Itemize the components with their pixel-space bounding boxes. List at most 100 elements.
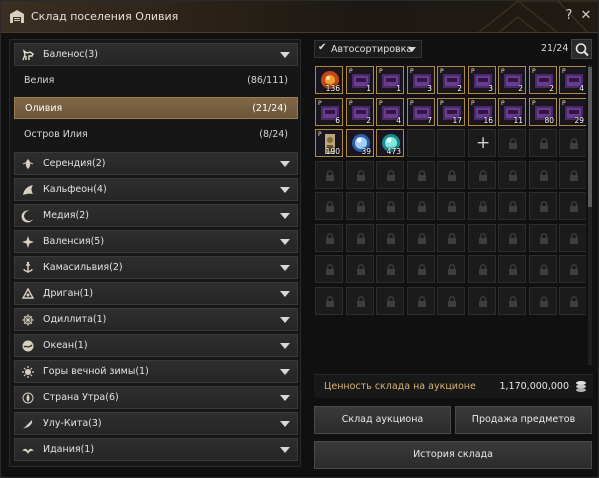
storage-slot-locked bbox=[376, 287, 404, 315]
storage-slot-locked bbox=[437, 287, 465, 315]
search-button[interactable] bbox=[571, 39, 592, 59]
region-row[interactable]: Страна Утра(6) bbox=[14, 386, 298, 409]
storage-slot-locked bbox=[315, 255, 343, 283]
item-count: 39 bbox=[361, 147, 371, 156]
help-icon[interactable]: ? bbox=[561, 8, 577, 24]
region-label: Медия(2) bbox=[43, 210, 89, 221]
region-row[interactable]: Дриган(1) bbox=[14, 282, 298, 305]
storage-slot-item[interactable]: P 2 bbox=[529, 66, 557, 94]
wave-icon bbox=[22, 340, 34, 352]
item-grade: P bbox=[562, 68, 566, 75]
storage-slot-empty[interactable] bbox=[407, 129, 435, 157]
city-row[interactable]: Велия (86/111) bbox=[14, 70, 298, 92]
item-count: 6 bbox=[335, 116, 340, 125]
storage-slot-item[interactable]: P 1 bbox=[376, 66, 404, 94]
region-label: Валенсия(5) bbox=[43, 236, 105, 247]
city-row[interactable]: Остров Илия (8/24) bbox=[14, 124, 298, 146]
storage-slot-locked bbox=[407, 192, 435, 220]
storage-slot-empty[interactable] bbox=[437, 129, 465, 157]
storage-slot-item[interactable]: P 80 bbox=[529, 98, 557, 126]
item-count: 190 bbox=[325, 147, 340, 156]
lock-icon bbox=[479, 201, 487, 212]
storage-slot-item[interactable]: P 2 bbox=[498, 66, 526, 94]
region-row[interactable]: Океан(1) bbox=[14, 334, 298, 357]
city-slot-count: (86/111) bbox=[247, 75, 288, 86]
chevron-down-icon[interactable] bbox=[280, 265, 290, 271]
auction-storage-button[interactable]: Склад аукциона bbox=[314, 406, 451, 434]
region-row[interactable]: Валенсия(5) bbox=[14, 230, 298, 253]
expand-slot-button[interactable]: + bbox=[468, 129, 496, 157]
item-grade: P bbox=[349, 100, 353, 107]
storage-slot-locked bbox=[498, 255, 526, 283]
storage-slot-item[interactable]: P 7 bbox=[407, 98, 435, 126]
lock-icon bbox=[509, 138, 517, 149]
storage-slot-item[interactable]: 473 bbox=[376, 129, 404, 157]
chevron-down-icon[interactable] bbox=[280, 421, 290, 427]
close-icon[interactable]: ✕ bbox=[578, 8, 594, 24]
storage-slot-item[interactable]: P 1 bbox=[346, 66, 374, 94]
autosort-dropdown[interactable]: ✔ Автосортировка bbox=[314, 40, 422, 58]
region-label: Океан(1) bbox=[43, 340, 88, 351]
lock-icon bbox=[570, 201, 578, 212]
storage-slot-locked bbox=[559, 129, 586, 157]
region-row[interactable]: Идания(1) bbox=[14, 438, 298, 461]
chevron-down-icon[interactable] bbox=[280, 239, 290, 245]
storage-slot-item[interactable]: P 11 bbox=[498, 98, 526, 126]
item-grade: P bbox=[471, 100, 475, 107]
chevron-down-icon[interactable] bbox=[280, 291, 290, 297]
storage-slot-locked bbox=[498, 161, 526, 189]
item-grade: P bbox=[532, 100, 536, 107]
storage-slot-item[interactable]: P 3 bbox=[468, 66, 496, 94]
chevron-down-icon[interactable] bbox=[280, 213, 290, 219]
storage-slot-locked bbox=[468, 255, 496, 283]
storage-slot-item[interactable]: P 190 bbox=[315, 129, 343, 157]
lock-icon bbox=[448, 170, 456, 181]
storage-slot-item[interactable]: P 2 bbox=[346, 98, 374, 126]
storage-slot-item[interactable]: P 16 bbox=[468, 98, 496, 126]
chevron-down-icon[interactable] bbox=[280, 317, 290, 323]
storage-history-button[interactable]: История склада bbox=[314, 441, 592, 469]
city-row[interactable]: Оливия (21/24) bbox=[14, 97, 298, 119]
chevron-down-icon[interactable] bbox=[280, 187, 290, 193]
region-label: Серендия(2) bbox=[43, 158, 106, 169]
storage-slot-item[interactable]: P 4 bbox=[559, 66, 586, 94]
region-row[interactable]: Горы вечной зимы(1) bbox=[14, 360, 298, 383]
chevron-down-icon[interactable] bbox=[280, 343, 290, 349]
region-row[interactable]: Камасильвия(2) bbox=[14, 256, 298, 279]
sell-items-button[interactable]: Продажа предметов bbox=[455, 406, 592, 434]
storage-slot-item[interactable]: P 3 bbox=[407, 66, 435, 94]
storage-slot-item[interactable]: 136 bbox=[315, 66, 343, 94]
storage-slot-locked bbox=[437, 192, 465, 220]
lock-icon bbox=[479, 296, 487, 307]
region-row[interactable]: Баленос(3) bbox=[14, 43, 298, 66]
plus-icon: + bbox=[476, 133, 491, 153]
storage-slot-item[interactable]: P 6 bbox=[315, 98, 343, 126]
chevron-down-icon[interactable] bbox=[280, 369, 290, 375]
storage-slot-locked bbox=[468, 192, 496, 220]
lock-icon bbox=[479, 264, 487, 275]
region-row[interactable]: Одиллита(1) bbox=[14, 308, 298, 331]
lock-icon bbox=[479, 233, 487, 244]
lock-icon bbox=[509, 201, 517, 212]
triangle-emblem-icon bbox=[21, 287, 35, 299]
region-row[interactable]: Серендия(2) bbox=[14, 152, 298, 175]
chevron-down-icon[interactable] bbox=[280, 161, 290, 167]
storage-slot-item[interactable]: P 4 bbox=[376, 98, 404, 126]
chevron-down-icon[interactable] bbox=[280, 52, 290, 58]
scrollbar-thumb[interactable] bbox=[588, 67, 592, 207]
storage-slot-item[interactable]: P 29 bbox=[559, 98, 586, 126]
region-row[interactable]: Кальфеон(4) bbox=[14, 178, 298, 201]
lock-icon bbox=[448, 233, 456, 244]
storage-slot-item[interactable]: 39 bbox=[346, 129, 374, 157]
storage-slot-item[interactable]: P 17 bbox=[437, 98, 465, 126]
chevron-down-icon[interactable] bbox=[280, 447, 290, 453]
checkbox-checked-icon[interactable]: ✔ bbox=[318, 42, 326, 53]
item-count: 29 bbox=[574, 116, 584, 125]
region-row[interactable]: Улу-Кита(3) bbox=[14, 412, 298, 435]
chevron-down-icon[interactable] bbox=[280, 395, 290, 401]
region-row[interactable]: Медия(2) bbox=[14, 204, 298, 227]
item-grade: P bbox=[562, 100, 566, 107]
title-bar[interactable]: Склад поселения Оливия ? ✕ bbox=[1, 1, 598, 33]
item-count: 80 bbox=[544, 116, 554, 125]
storage-slot-item[interactable]: P 2 bbox=[437, 66, 465, 94]
